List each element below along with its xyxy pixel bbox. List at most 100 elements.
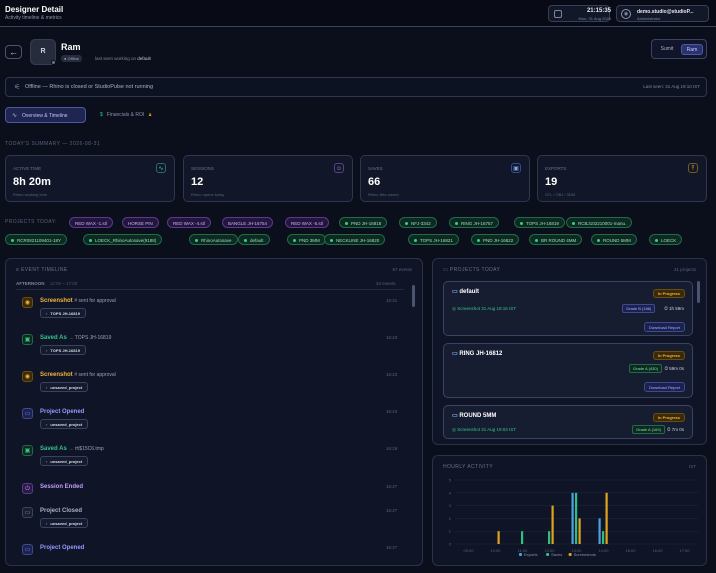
projects-today-label: PROJECTS TODAY: (5, 219, 57, 225)
x-tick-label: 09:00 (463, 548, 474, 553)
top-header: Designer Detail Activity timeline & metr… (0, 0, 716, 27)
card-label: SESSIONS (191, 166, 215, 171)
project-chip[interactable]: default (238, 234, 270, 245)
list-icon: ≡ (16, 267, 20, 273)
project-chip[interactable]: NFJ-3342 (399, 217, 437, 228)
offline-banner: ⚟ Offline — Rhino is closed or StudioPul… (5, 77, 707, 97)
project-chip[interactable]: PND JH-16822 (471, 234, 520, 245)
y-tick-label: 5 (449, 478, 452, 483)
project-card[interactable]: ▭ ROUND 5MM In Progress ◎ Screenshot 31 … (443, 405, 693, 439)
y-tick-label: 0 (449, 542, 452, 547)
event-project-tag[interactable]: unsaved_project (40, 518, 89, 528)
clock-widget: 21:15:35 Mon, 31 Aug 2026 (548, 5, 611, 22)
tab-overview[interactable]: ∿ Overview & Timeline (5, 107, 86, 123)
event-project-tag[interactable]: unsaved_project (40, 456, 89, 466)
project-chip[interactable]: ROUND 5MM (591, 234, 637, 245)
page-title: Designer Detail (5, 5, 64, 14)
project-chip[interactable]: HORSE PIN (122, 217, 159, 228)
project-chip[interactable]: RED WAX -5.stl (285, 217, 329, 228)
project-chip[interactable]: BANGLE JH-16754 (222, 217, 274, 228)
project-chip[interactable]: RhinoAutosave (189, 234, 238, 245)
project-status: In Progress (652, 289, 685, 298)
designer-name: Ram (61, 42, 81, 52)
bar-screenshots (497, 531, 500, 544)
project-card[interactable]: ▭ RING JH-16812 In Progress Grade A (430… (443, 343, 693, 398)
save-event-icon: ▣ (22, 445, 33, 456)
project-chip[interactable]: RCR0821109401-18Y (5, 234, 67, 245)
project-chip[interactable]: NECKLINE JH-16820 (324, 234, 386, 245)
tab-financials-label: Financials & ROI (106, 112, 145, 118)
card-value: 12 (191, 176, 204, 188)
projects-scrollbar[interactable] (697, 281, 700, 303)
offline-message: Offline — Rhino is closed or StudioPulse… (25, 84, 153, 90)
tab-financials[interactable]: $ Financials & ROI 🔒︎ (95, 107, 167, 123)
download-report-button[interactable]: Download Report (644, 322, 685, 332)
y-tick-label: 3 (449, 503, 452, 508)
project-chip[interactable]: PND JH-16818 (339, 217, 388, 228)
event-title: Saved As → TOPS JH-16819 (40, 335, 112, 341)
event-title: Screenshot # sent for approval (40, 298, 116, 304)
designer-option-ram[interactable]: Ram (681, 44, 703, 55)
shot-event-icon: ◉ (22, 297, 33, 308)
x-tick-label: 14:00 (598, 548, 609, 553)
grade-badge: Grade A (430) (629, 364, 662, 373)
bar-saves (548, 531, 551, 544)
project-chip[interactable]: RCBJ102210001-manu. (566, 217, 633, 228)
project-chip[interactable]: LOECK_RhinoAutosave(9188) (83, 234, 163, 245)
project-chip[interactable]: RING JH-16757 (449, 217, 500, 228)
lock-icon: 🔒︎ (148, 112, 152, 118)
event-project-tag[interactable]: TOPS JH-16819 (40, 345, 86, 355)
project-name: ▭ ROUND 5MM (452, 413, 497, 419)
legend-label: Screenshots (574, 552, 596, 557)
designer-option-sumit[interactable]: Sumit (656, 44, 678, 55)
status-dot (51, 60, 56, 65)
open-event-icon: ▭ (22, 408, 33, 419)
project-chip[interactable]: TOPS JH-16819 (514, 217, 565, 228)
event-project-tag[interactable]: TOPS JH-16819 (40, 308, 86, 318)
y-tick-label: 1 (449, 529, 452, 534)
card-sub: Rhino opens today (191, 192, 225, 197)
event-title: Screenshot # sent for approval (40, 372, 116, 378)
bar-saves (521, 531, 524, 544)
page-subtitle: Activity timeline & metrics (5, 15, 62, 21)
project-duration: ⏱ 1h 59m (664, 306, 684, 311)
projects-panel-title: ▭ PROJECTS TODAY (443, 267, 501, 273)
event-project-tag[interactable]: unsaved_project (40, 419, 89, 429)
x-tick-label: 17:00 (679, 548, 690, 553)
project-status: In Progress (652, 413, 685, 422)
x-tick-label: 15:00 (625, 548, 636, 553)
project-chip[interactable]: TOPS JH-16821 (408, 234, 459, 245)
card-sub: STL / OBJ / 3DM (545, 192, 576, 197)
save-event-icon: ▣ (22, 334, 33, 345)
user-menu[interactable]: ◉ demo.studio@studioP... Administrator (616, 5, 709, 22)
event-time: 16:24 (386, 409, 398, 414)
folder-icon: ▭ (452, 413, 458, 419)
download-report-button[interactable]: Download Report (644, 382, 685, 392)
card-value: 19 (545, 176, 558, 188)
project-chip[interactable]: RED WAX -4.stl (167, 217, 211, 228)
open-event-icon: ▭ (22, 544, 33, 555)
user-role: Administrator (637, 16, 661, 21)
event-title: Project Opened (40, 545, 85, 551)
event-title: Project Opened (40, 409, 85, 415)
event-project-tag[interactable]: unsaved_project (40, 382, 89, 392)
card-label: EXPORTS (545, 166, 567, 171)
back-button[interactable]: ← (5, 45, 22, 59)
project-detail: ◎ Screenshot 31 Aug 18:16 IST (452, 306, 516, 311)
card-value: 66 (368, 176, 381, 188)
shot-event-icon: ◉ (22, 371, 33, 382)
bar-screenshots (551, 505, 554, 544)
project-chip[interactable]: RED WAX -1.stl (69, 217, 113, 228)
bar-saves (602, 531, 605, 544)
project-card[interactable]: ▭ default In Progress ◎ Screenshot 31 Au… (443, 281, 693, 336)
timeline-scrollbar[interactable] (412, 285, 415, 307)
group-label: AFTERNOON 12:00 – 17:00 (16, 281, 78, 286)
bar-exports (571, 492, 574, 544)
legend-swatch (546, 553, 550, 556)
bar-exports (598, 518, 601, 544)
designer-switcher: Sumit Ram (651, 39, 707, 59)
project-chip[interactable]: PND 3MM (287, 234, 326, 245)
project-chip[interactable]: BR ROUND 4MM (529, 234, 583, 245)
last-seen-time: Last seen: 31 Aug 19:10 IST (643, 84, 700, 89)
project-chip[interactable]: LOECK (649, 234, 683, 245)
